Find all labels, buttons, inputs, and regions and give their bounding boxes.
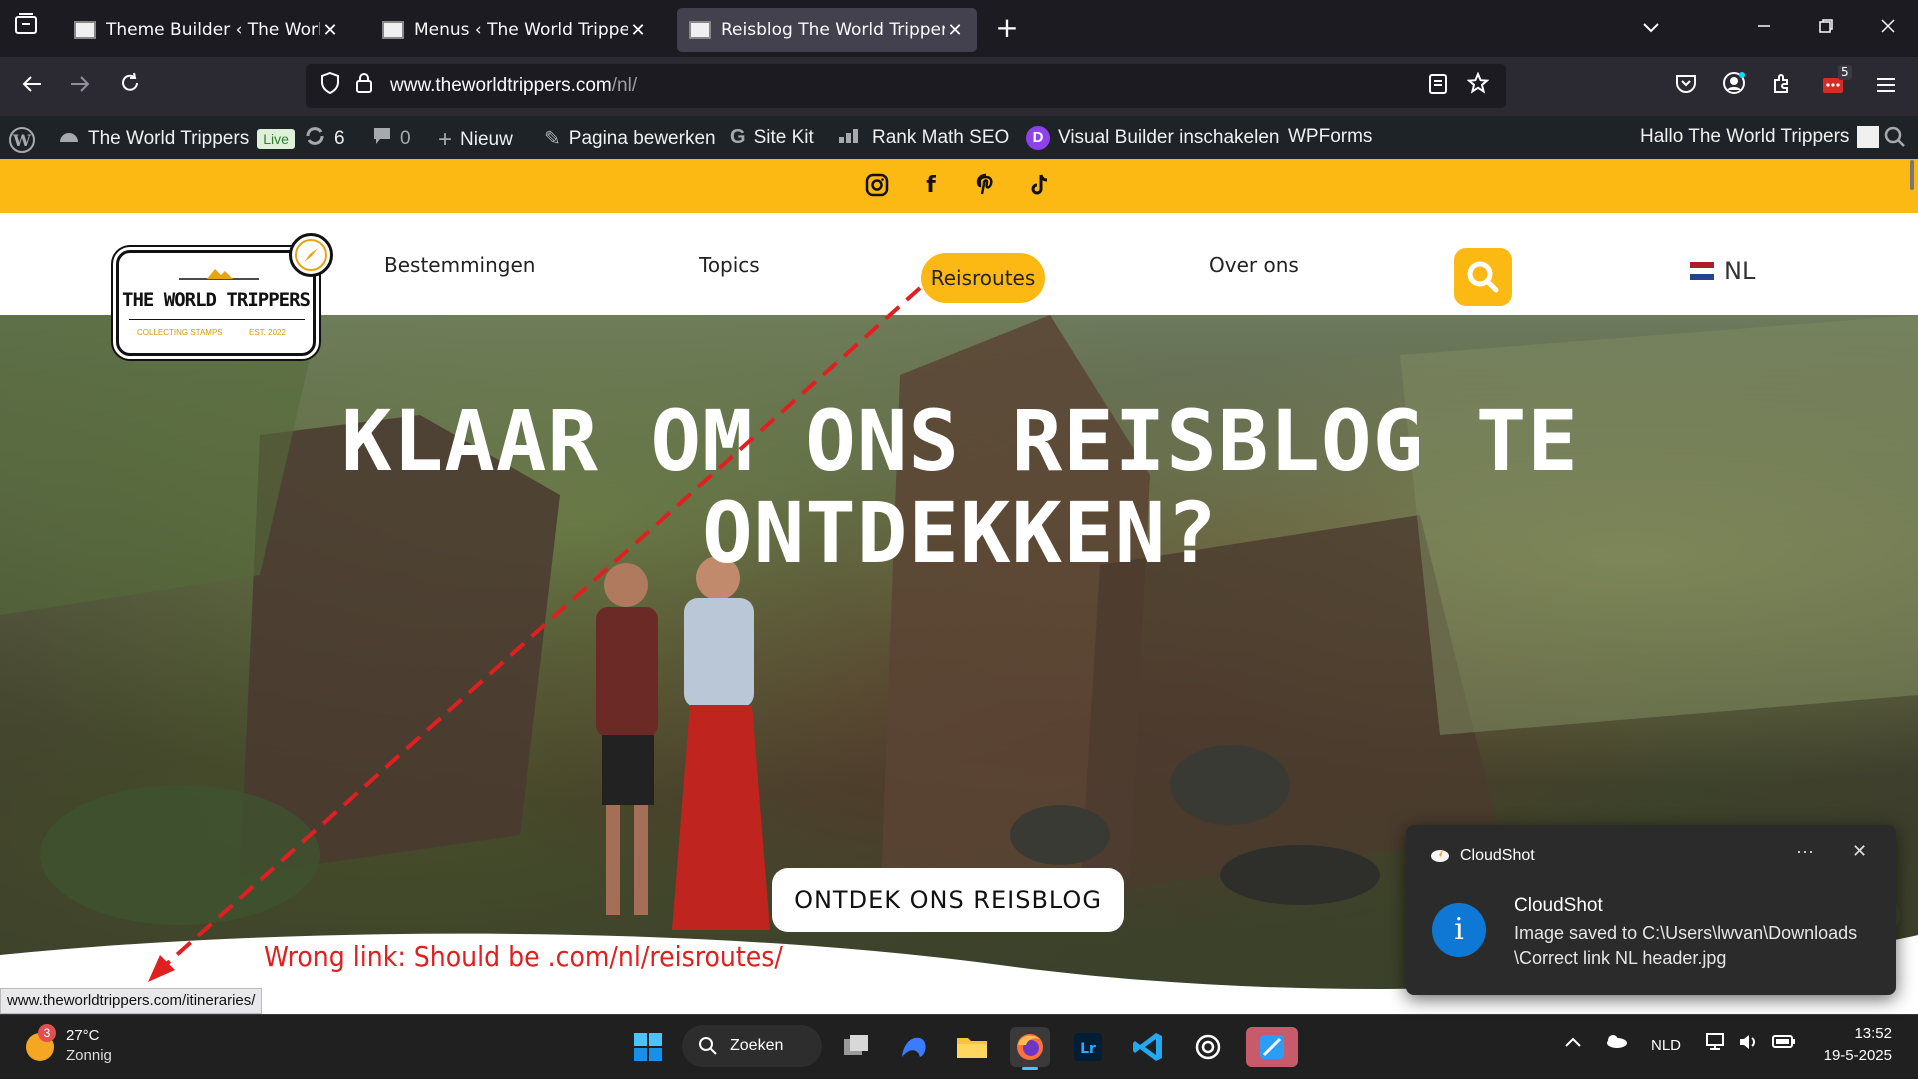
notification-app-name: CloudShot	[1460, 847, 1535, 864]
cloudshot-app-icon	[1431, 849, 1449, 862]
more-options-icon[interactable]: ···	[1796, 841, 1814, 862]
cloudshot-notification[interactable]: CloudShot ··· ✕ i CloudShot Image saved …	[1406, 825, 1896, 995]
info-icon: i	[1432, 903, 1486, 957]
notification-body: Image saved to C:\Users\lwvan\Downloads …	[1514, 923, 1858, 968]
close-icon[interactable]: ✕	[1852, 841, 1867, 862]
notification-title: CloudShot	[1514, 895, 1603, 916]
